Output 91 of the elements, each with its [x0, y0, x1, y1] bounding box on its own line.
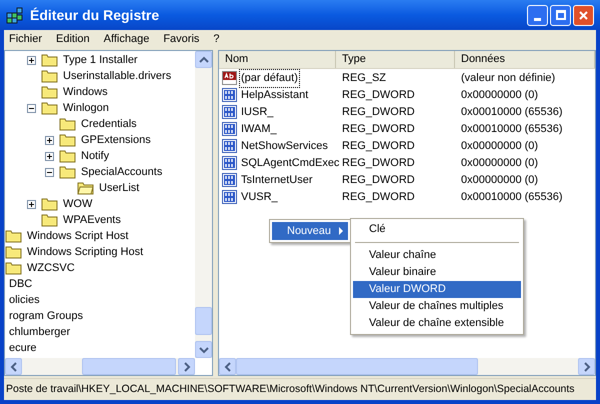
expand-icon[interactable]	[27, 56, 36, 64]
registry-cubes-icon	[6, 6, 24, 24]
scroll-down-button[interactable]	[195, 341, 212, 358]
tree-item[interactable]: rogram Groups	[8, 308, 84, 324]
tree-item[interactable]: olicies	[8, 292, 41, 308]
column-header[interactable]: Type	[336, 51, 455, 68]
scroll-left-button[interactable]	[219, 358, 236, 375]
tree-item[interactable]: Windows Script Host	[26, 228, 130, 244]
collapse-icon[interactable]	[27, 104, 36, 112]
scroll-thumb[interactable]	[82, 358, 176, 375]
value-name[interactable]: IWAM_	[239, 120, 279, 139]
close-button[interactable]	[573, 4, 594, 26]
menu-item[interactable]: Favoris	[163, 30, 200, 48]
value-name[interactable]: (par défaut)	[239, 69, 300, 88]
binary-value-icon	[222, 88, 238, 103]
tree-item[interactable]: Windows	[62, 84, 109, 100]
tree-item[interactable]: Notify	[80, 148, 110, 164]
tree-item[interactable]: DBC	[8, 276, 34, 292]
tree-item[interactable]: Windows Scripting Host	[26, 244, 144, 260]
table-cell-text: 0x00000000 (0)	[460, 88, 538, 104]
menu-item[interactable]: ?	[213, 30, 220, 48]
horizontal-scrollbar[interactable]	[219, 358, 595, 375]
value-name[interactable]: IUSR_	[239, 103, 276, 122]
tree-item[interactable]: chlumberger	[8, 324, 72, 340]
binary-value-icon	[222, 139, 238, 154]
menu-item[interactable]: Valeur de chaînes multiples	[353, 298, 521, 315]
table-cell-text: 0x00010000 (65536)	[460, 190, 563, 206]
scroll-left-button[interactable]	[5, 358, 22, 375]
menu-item[interactable]: Edition	[56, 30, 90, 48]
minimize-button[interactable]	[527, 4, 548, 26]
scroll-right-button[interactable]	[578, 358, 595, 375]
binary-value-icon	[222, 190, 238, 205]
table-cell-text: REG_DWORD	[341, 173, 416, 188]
vertical-scrollbar[interactable]	[195, 51, 212, 358]
tree-item[interactable]: WPAEvents	[62, 212, 122, 228]
table-cell-text: REG_DWORD	[341, 139, 416, 154]
menu-item[interactable]: Fichier	[9, 30, 42, 48]
table-cell-text: 0x00000000 (0)	[460, 156, 538, 172]
menu-item[interactable]: Affichage	[104, 30, 150, 48]
string-value-icon	[222, 71, 238, 86]
tree-item[interactable]: SpecialAccounts	[80, 164, 164, 180]
table-cell-text: 0x00000000 (0)	[460, 173, 538, 188]
tree-item[interactable]: Userinstallable.drivers	[62, 68, 172, 84]
table-cell-text: REG_DWORD	[341, 88, 416, 104]
expand-icon[interactable]	[45, 152, 54, 160]
tree-item[interactable]: WZCSVC	[26, 260, 76, 276]
tree-item[interactable]: Type 1 Installer	[62, 52, 139, 68]
tree-item[interactable]: ecure	[8, 340, 38, 356]
value-name[interactable]: HelpAssistant	[239, 86, 310, 105]
table-cell-text: REG_DWORD	[341, 105, 416, 120]
scroll-up-button[interactable]	[195, 51, 212, 68]
menu-item[interactable]: Valeur chaîne	[353, 247, 521, 264]
binary-value-icon	[222, 173, 238, 188]
table-cell-text: 0x00010000 (65536)	[460, 105, 563, 120]
expand-icon[interactable]	[27, 200, 36, 208]
binary-value-icon	[222, 122, 238, 137]
tree-item[interactable]: Winlogon	[62, 100, 110, 116]
scroll-thumb[interactable]	[236, 358, 478, 375]
tree-item[interactable]: GPExtensions	[80, 132, 152, 148]
value-name[interactable]: VUSR_	[239, 188, 280, 207]
tree-item[interactable]: WOW	[62, 196, 94, 212]
collapse-icon[interactable]	[45, 168, 54, 176]
expand-icon[interactable]	[45, 136, 54, 144]
binary-value-icon	[222, 105, 238, 120]
status-text: Poste de travail\HKEY_LOCAL_MACHINE\SOFTWARE\Microsoft\Windows NT\CurrentVersion\Winlogon\SpecialAccounts	[6, 382, 575, 397]
table-cell-text: REG_SZ	[341, 71, 388, 86]
menu-item[interactable]: Clé	[353, 221, 521, 238]
value-name[interactable]: SQLAgentCmdExec	[239, 154, 342, 173]
table-cell-text: (valeur non définie)	[460, 71, 556, 86]
scroll-right-button[interactable]	[178, 358, 195, 375]
column-header[interactable]: Données	[455, 51, 595, 68]
tree-item[interactable]: Credentials	[80, 116, 138, 132]
window-title: Éditeur du Registre	[30, 6, 160, 25]
close-icon	[578, 10, 589, 20]
table-cell-text: 0x00010000 (65536)	[460, 122, 563, 138]
table-cell-text: 0x00000000 (0)	[460, 139, 538, 154]
table-cell-text: REG_DWORD	[341, 190, 416, 206]
scroll-thumb[interactable]	[195, 307, 212, 335]
tree-item[interactable]: UserList	[98, 180, 140, 196]
value-name[interactable]: TsInternetUser	[239, 171, 315, 190]
maximize-button[interactable]	[550, 4, 571, 26]
table-cell-text: REG_DWORD	[341, 156, 416, 172]
column-header[interactable]: Nom	[219, 51, 336, 68]
menu-item[interactable]: Valeur binaire	[353, 264, 521, 281]
menu-item[interactable]: Valeur DWORD	[353, 281, 521, 298]
binary-value-icon	[222, 156, 238, 171]
table-cell-text: REG_DWORD	[341, 122, 416, 138]
horizontal-scrollbar[interactable]	[5, 358, 195, 375]
menu-item[interactable]: Valeur de chaîne extensible	[353, 315, 521, 332]
value-name[interactable]: NetShowServices	[239, 137, 330, 156]
menu-item[interactable]: Nouveau	[272, 222, 348, 240]
